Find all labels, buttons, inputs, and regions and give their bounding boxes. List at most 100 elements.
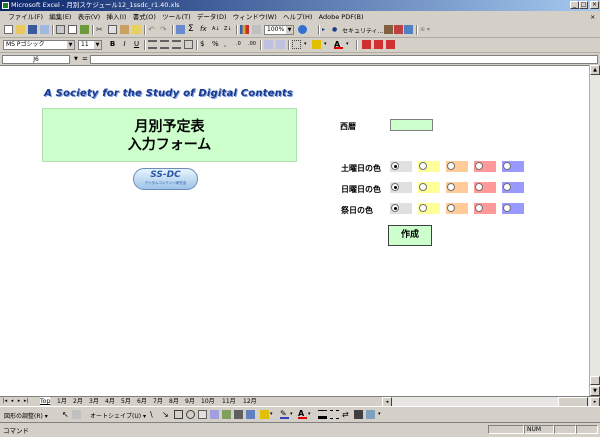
menu-view[interactable]: 表示(V) bbox=[78, 13, 101, 21]
tab-dec[interactable]: 12月 bbox=[243, 397, 257, 406]
tab-oct[interactable]: 10月 bbox=[201, 397, 215, 406]
radio-unselected[interactable] bbox=[447, 204, 455, 212]
undo-icon[interactable]: ↶ bbox=[148, 25, 157, 34]
formula-input[interactable] bbox=[90, 55, 598, 64]
sunday-option-gray[interactable] bbox=[390, 182, 412, 193]
rectangle-icon[interactable] bbox=[174, 410, 183, 419]
redo-icon[interactable]: ↷ bbox=[160, 25, 169, 34]
saturday-option-orange[interactable] bbox=[446, 161, 468, 172]
next-sheet-icon[interactable]: ▸ bbox=[16, 398, 22, 405]
sunday-option-yellow[interactable] bbox=[418, 182, 440, 193]
sort-ascending-icon[interactable]: A↓ bbox=[212, 25, 221, 34]
line-style-icon[interactable] bbox=[318, 410, 327, 419]
radio-selected[interactable] bbox=[391, 183, 399, 191]
design-mode-icon[interactable] bbox=[394, 25, 403, 34]
toolbar-options-icon[interactable]: ⊕ ▾ bbox=[420, 25, 438, 34]
radio-unselected[interactable] bbox=[475, 204, 483, 212]
menu-window[interactable]: ウィンドウ(W) bbox=[233, 13, 277, 21]
scroll-thumb[interactable] bbox=[590, 376, 600, 385]
menu-format[interactable]: 書式(O) bbox=[133, 13, 156, 21]
free-rotate-icon[interactable] bbox=[72, 410, 81, 419]
sort-descending-icon[interactable]: Z↓ bbox=[224, 25, 233, 34]
font-size-combo[interactable]: 11 ▼ bbox=[78, 40, 102, 50]
tab-jul[interactable]: 7月 bbox=[153, 397, 163, 406]
menu-adobe-pdf[interactable]: Adobe PDF(B) bbox=[319, 13, 364, 21]
arrow-icon[interactable]: ↘ bbox=[162, 410, 171, 419]
line-color-icon[interactable]: ✎ bbox=[280, 410, 289, 419]
underline-button[interactable]: U bbox=[132, 40, 141, 49]
radio-selected[interactable] bbox=[391, 204, 399, 212]
menu-tools[interactable]: ツール(T) bbox=[162, 13, 191, 21]
pdf-mail-icon[interactable] bbox=[374, 40, 383, 49]
print-preview-icon[interactable] bbox=[68, 25, 77, 34]
vb-editor-icon[interactable] bbox=[404, 25, 413, 34]
saturday-option-pink[interactable] bbox=[474, 161, 496, 172]
wordart-icon[interactable] bbox=[210, 410, 219, 419]
menu-data[interactable]: データ(D) bbox=[197, 13, 227, 21]
saturday-option-blue[interactable] bbox=[502, 161, 524, 172]
cut-icon[interactable]: ✂ bbox=[96, 25, 105, 34]
saturday-option-yellow[interactable] bbox=[418, 161, 440, 172]
sunday-option-orange[interactable] bbox=[446, 182, 468, 193]
align-left-icon[interactable] bbox=[148, 40, 157, 49]
tab-jun[interactable]: 6月 bbox=[137, 397, 147, 406]
tab-feb[interactable]: 2月 bbox=[73, 397, 83, 406]
sunday-option-blue[interactable] bbox=[502, 182, 524, 193]
fx-icon[interactable]: = bbox=[82, 54, 88, 65]
pdf-review-icon[interactable] bbox=[386, 40, 395, 49]
menu-edit[interactable]: 編集(E) bbox=[49, 13, 71, 21]
oval-icon[interactable] bbox=[186, 410, 195, 419]
arrow-style-icon[interactable]: ⇄ bbox=[342, 410, 351, 419]
3d-style-icon[interactable] bbox=[366, 410, 375, 419]
shadow-style-icon[interactable] bbox=[354, 410, 363, 419]
increase-indent-icon[interactable] bbox=[276, 40, 285, 49]
name-box[interactable]: J6 bbox=[2, 55, 70, 64]
font-color-icon[interactable]: A bbox=[334, 40, 343, 49]
chevron-down-icon[interactable]: ▾ bbox=[290, 410, 296, 419]
menu-file[interactable]: ファイル(F) bbox=[8, 13, 43, 21]
holiday-option-gray[interactable] bbox=[390, 203, 412, 214]
autoshape-menu[interactable]: オートシェイプ(U) ▾ bbox=[90, 411, 146, 420]
chevron-down-icon[interactable]: ▾ bbox=[378, 410, 384, 419]
align-right-icon[interactable] bbox=[172, 40, 181, 49]
permission-icon[interactable] bbox=[40, 25, 49, 34]
radio-unselected[interactable] bbox=[503, 204, 511, 212]
chevron-down-icon[interactable]: ▼ bbox=[286, 26, 293, 34]
clipart-icon[interactable] bbox=[234, 410, 243, 419]
help-icon[interactable] bbox=[298, 25, 307, 34]
line-icon[interactable]: \ bbox=[150, 410, 159, 419]
new-icon[interactable] bbox=[4, 25, 13, 34]
holiday-option-pink[interactable] bbox=[474, 203, 496, 214]
diagram-icon[interactable] bbox=[222, 410, 231, 419]
chevron-down-icon[interactable]: ▾ bbox=[270, 410, 276, 419]
chevron-down-icon[interactable]: ▼ bbox=[74, 54, 78, 65]
scroll-down-icon[interactable]: ▼ bbox=[590, 386, 600, 396]
tab-aug[interactable]: 8月 bbox=[169, 397, 179, 406]
chevron-down-icon[interactable]: ▼ bbox=[67, 41, 74, 49]
radio-unselected[interactable] bbox=[447, 183, 455, 191]
chevron-down-icon[interactable]: ▾ bbox=[304, 40, 310, 49]
radio-selected[interactable] bbox=[391, 162, 399, 170]
print-icon[interactable] bbox=[56, 25, 65, 34]
radio-unselected[interactable] bbox=[475, 183, 483, 191]
saturday-option-gray[interactable] bbox=[390, 161, 412, 172]
drawing-icon[interactable] bbox=[252, 25, 261, 34]
radio-unselected[interactable] bbox=[419, 204, 427, 212]
radio-unselected[interactable] bbox=[475, 162, 483, 170]
increase-decimal-icon[interactable]: .0 bbox=[236, 40, 245, 49]
percent-icon[interactable]: % bbox=[212, 40, 221, 49]
radio-unselected[interactable] bbox=[447, 162, 455, 170]
open-icon[interactable] bbox=[16, 25, 25, 34]
first-sheet-icon[interactable]: |◂ bbox=[2, 398, 8, 405]
autosum-icon[interactable]: Σ bbox=[188, 25, 197, 34]
play-icon[interactable]: ▸ bbox=[322, 25, 331, 34]
currency-icon[interactable]: $ bbox=[200, 40, 209, 49]
chevron-down-icon[interactable]: ▾ bbox=[346, 40, 352, 49]
draw-fill-color-icon[interactable] bbox=[260, 410, 269, 419]
chart-wizard-icon[interactable] bbox=[240, 25, 249, 34]
holiday-option-blue[interactable] bbox=[502, 203, 524, 214]
save-icon[interactable] bbox=[28, 25, 37, 34]
record-icon[interactable]: ● bbox=[332, 25, 341, 34]
tab-nov[interactable]: 11月 bbox=[222, 397, 236, 406]
create-button[interactable]: 作成 bbox=[388, 225, 432, 246]
